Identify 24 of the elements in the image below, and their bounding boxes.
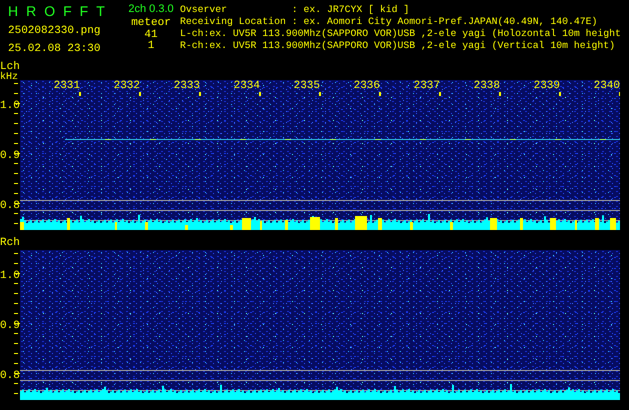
timestamp: 25.02.08 23:30 <box>8 42 102 56</box>
time-label: 2340 <box>592 80 620 92</box>
info-line: L-ch:ex. UV5R 113.900Mhz(SAPPORO VOR)USB ,2-ele yagi (Holozontal 10m height <box>180 28 621 40</box>
unit-label: kHz <box>0 73 20 82</box>
time-label: 2331 <box>52 80 80 92</box>
time-label: 2338 <box>472 80 500 92</box>
time-label: 2337 <box>412 80 440 92</box>
file-name: 2502082330.png <box>8 24 102 38</box>
info-line: R-ch:ex. UV5R 113.900Mhz(SAPPORO VOR)USB ,2-ele yagi (Vertical 10m height) <box>180 40 616 52</box>
time-label: 2333 <box>172 80 200 92</box>
app-title: HROFFT <box>8 2 113 20</box>
meteor-count: 1 <box>148 41 154 52</box>
time-label: 2334 <box>232 80 260 92</box>
time-label: 2339 <box>532 80 560 92</box>
channel-label: Lch <box>0 62 21 73</box>
info-line: Ovserver : ex. JR7CYX [ kid ] <box>180 4 410 16</box>
info-line: Receiving Location : ex. Aomori City Aomori-Pref.JAPAN(40.49N, 140.47E) <box>180 16 598 28</box>
time-label: 2332 <box>112 80 140 92</box>
time-label: 2336 <box>352 80 380 92</box>
version-label: 2ch 0.3.0 <box>128 3 174 16</box>
channel-label: Rch <box>0 238 21 249</box>
mode-label: meteor <box>131 16 171 30</box>
time-label: 2335 <box>292 80 320 92</box>
meteor-count: 41 <box>144 30 158 41</box>
